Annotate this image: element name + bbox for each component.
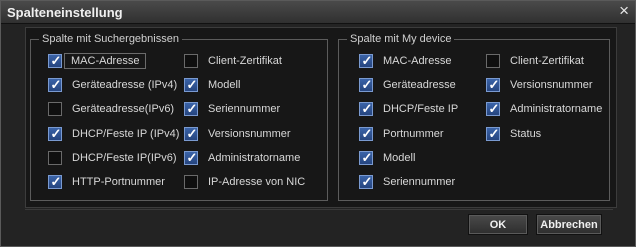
checkbox-label: Client-Zertifikat: [510, 55, 584, 67]
checkbox-label: Portnummer: [383, 128, 444, 140]
checkbox-label: MAC-Adresse: [383, 55, 452, 67]
mydevice-checkbox-versionsnummer[interactable]: Versionsnummer: [486, 76, 593, 94]
checked-checkbox-icon[interactable]: [486, 77, 501, 93]
search-checkbox-http-portnummer[interactable]: HTTP-Portnummer: [48, 173, 165, 191]
checked-checkbox-icon[interactable]: [486, 126, 501, 142]
cancel-button[interactable]: Abbrechen: [536, 214, 602, 235]
checkbox-label: IP-Adresse von NIC: [208, 176, 306, 188]
checkbox-label: Versionsnummer: [208, 128, 291, 140]
checked-checkbox-icon[interactable]: [184, 126, 199, 142]
checkbox-label: Modell: [208, 79, 241, 91]
checked-checkbox-icon[interactable]: [48, 126, 63, 142]
checkbox-label: DHCP/Feste IP(IPv6): [72, 152, 177, 164]
mydevice-checkbox-status[interactable]: Status: [486, 125, 541, 143]
checkbox-label: DHCP/Feste IP: [383, 103, 459, 115]
mydevice-checkbox-client-zertifikat[interactable]: Client-Zertifikat: [486, 52, 584, 70]
search-checkbox-modell[interactable]: Modell: [184, 76, 240, 94]
search-checkbox-dhcp-feste-ip-ipv4[interactable]: DHCP/Feste IP (IPv4): [48, 125, 179, 143]
unchecked-checkbox-icon[interactable]: [48, 151, 62, 165]
checked-checkbox-icon[interactable]: [184, 77, 199, 93]
search-checkbox-seriennummer[interactable]: Seriennummer: [184, 100, 280, 118]
mydevice-checkbox-ger-teadresse[interactable]: Geräteadresse: [359, 76, 456, 94]
checkbox-label: Geräteadresse(IPv6): [72, 103, 175, 115]
checkbox-label: HTTP-Portnummer: [72, 176, 165, 188]
search-checkbox-administratorname[interactable]: Administratorname: [184, 149, 300, 167]
checkbox-label: DHCP/Feste IP (IPv4): [72, 128, 180, 140]
checked-checkbox-icon[interactable]: [486, 101, 501, 117]
mydevice-checkbox-administratorname[interactable]: Administratorname: [486, 100, 602, 118]
checked-checkbox-icon[interactable]: [359, 174, 374, 190]
checkbox-label: Administratorname: [208, 152, 301, 164]
checked-checkbox-icon[interactable]: [359, 150, 374, 166]
checked-checkbox-icon[interactable]: [184, 101, 199, 117]
search-checkbox-mac-adresse[interactable]: MAC-Adresse: [48, 52, 147, 70]
unchecked-checkbox-icon[interactable]: [48, 102, 62, 116]
search-checkbox-ger-teadresse-ipv6[interactable]: Geräteadresse(IPv6): [48, 100, 174, 118]
checkbox-label: Geräteadresse: [383, 79, 456, 91]
checkbox-label: Seriennummer: [208, 103, 281, 115]
mydevice-checkbox-mac-adresse[interactable]: MAC-Adresse: [359, 52, 451, 70]
search-checkbox-versionsnummer[interactable]: Versionsnummer: [184, 125, 291, 143]
checked-checkbox-icon[interactable]: [359, 77, 374, 93]
my-device-legend: Spalte mit My device: [347, 32, 455, 46]
search-checkbox-ger-teadresse-ipv4[interactable]: Geräteadresse (IPv4): [48, 76, 177, 94]
checked-checkbox-icon[interactable]: [48, 174, 63, 190]
checkbox-label: Status: [510, 128, 542, 140]
mydevice-checkbox-seriennummer[interactable]: Seriennummer: [359, 173, 455, 191]
ok-button[interactable]: OK: [468, 214, 528, 235]
unchecked-checkbox-icon[interactable]: [486, 54, 500, 68]
mydevice-checkbox-portnummer[interactable]: Portnummer: [359, 125, 444, 143]
footer-divider: [25, 209, 613, 210]
checked-checkbox-icon[interactable]: [359, 101, 374, 117]
checkbox-label: MAC-Adresse: [64, 53, 147, 69]
unchecked-checkbox-icon[interactable]: [184, 175, 198, 189]
checkbox-label: Client-Zertifikat: [208, 55, 282, 67]
mydevice-checkbox-modell[interactable]: Modell: [359, 149, 415, 167]
mydevice-checkbox-dhcp-feste-ip[interactable]: DHCP/Feste IP: [359, 100, 458, 118]
checkbox-label: Administratorname: [510, 103, 603, 115]
checked-checkbox-icon[interactable]: [48, 53, 63, 69]
checked-checkbox-icon[interactable]: [184, 150, 199, 166]
checked-checkbox-icon[interactable]: [359, 126, 374, 142]
checkbox-label: Geräteadresse (IPv4): [72, 79, 178, 91]
dialog-title: Spalteneinstellung: [7, 5, 123, 20]
column-settings-dialog: Spalteneinstellung × Spalte mit Sucherge…: [0, 0, 636, 247]
search-checkbox-dhcp-feste-ip-ipv6[interactable]: DHCP/Feste IP(IPv6): [48, 149, 177, 167]
search-checkbox-client-zertifikat[interactable]: Client-Zertifikat: [184, 52, 282, 70]
close-icon[interactable]: ×: [619, 2, 629, 20]
checked-checkbox-icon[interactable]: [359, 53, 374, 69]
unchecked-checkbox-icon[interactable]: [184, 54, 198, 68]
title-bar: Spalteneinstellung ×: [1, 1, 635, 24]
checked-checkbox-icon[interactable]: [48, 77, 63, 93]
checkbox-label: Seriennummer: [383, 176, 456, 188]
checkbox-label: Versionsnummer: [510, 79, 593, 91]
search-results-legend: Spalte mit Suchergebnissen: [39, 32, 182, 46]
search-checkbox-ip-adresse-von-nic[interactable]: IP-Adresse von NIC: [184, 173, 305, 191]
checkbox-label: Modell: [383, 152, 416, 164]
